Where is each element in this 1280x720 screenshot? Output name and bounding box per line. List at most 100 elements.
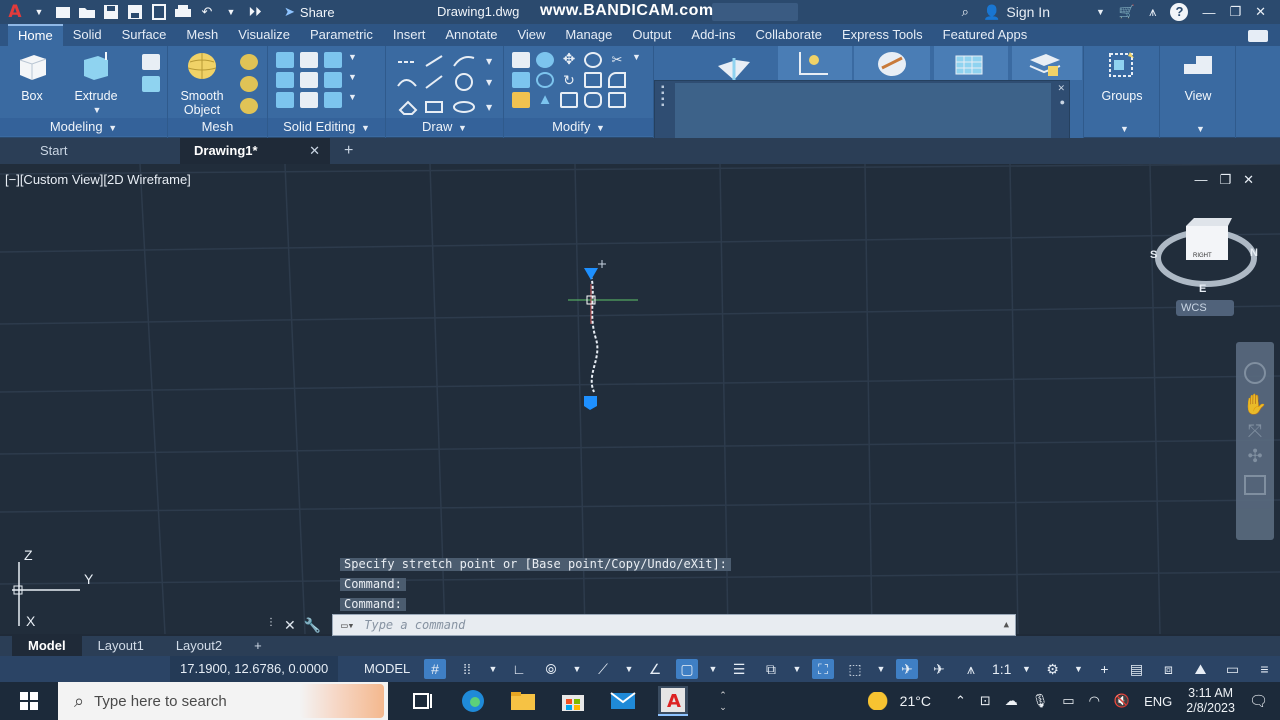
search-icon[interactable]: ⌕ <box>962 4 969 20</box>
flyout-grip-icon[interactable]: ▪ ▪ ▪ ▪ <box>661 83 665 111</box>
object-snap-tracking-icon[interactable]: ∠ <box>644 659 666 679</box>
tab-model[interactable]: Model <box>12 636 82 656</box>
isolate-objects-icon[interactable]: ⛰ <box>1189 659 1211 679</box>
viewport-restore-icon[interactable]: ❐ <box>1219 172 1231 188</box>
battery-icon[interactable]: ▭ <box>1062 693 1074 709</box>
close-window-icon[interactable]: ✕ <box>1255 4 1266 20</box>
stretch-icon[interactable] <box>560 92 578 108</box>
view-dropdown-icon[interactable]: ▼ <box>1196 124 1205 134</box>
workspace-dropdown-icon[interactable]: ▼ <box>1073 659 1083 679</box>
modeling-panel-label[interactable]: Modeling ▼ <box>0 118 167 136</box>
shell-icon[interactable] <box>324 92 342 108</box>
tab-view[interactable]: View <box>507 24 555 46</box>
mirror-icon[interactable] <box>512 52 530 68</box>
undo-icon[interactable]: ↶ <box>198 4 216 20</box>
trim-dropdown-icon[interactable]: ▼ <box>632 52 650 68</box>
mesh-tool-icon[interactable] <box>240 54 258 70</box>
undo-dropdown-icon[interactable]: ▼ <box>222 4 240 20</box>
auto-scale-icon[interactable]: ✈ <box>928 659 950 679</box>
intersect-icon[interactable] <box>276 72 294 88</box>
polyline-icon[interactable] <box>425 55 443 67</box>
viewcube[interactable]: RIGHT S N E <box>1150 218 1258 295</box>
arc-dropdown-icon[interactable]: ▼ <box>486 57 493 66</box>
tab-add-ins[interactable]: Add-ins <box>681 24 745 46</box>
viewport-minimize-icon[interactable]: — <box>1194 172 1207 188</box>
spline-icon[interactable] <box>397 79 417 87</box>
taskbar-clock[interactable]: 3:11 AM 2/8/2023 <box>1186 686 1235 716</box>
selection-cycling-icon[interactable]: ⧉ <box>760 659 782 679</box>
notifications-icon[interactable]: 🗨 <box>1249 692 1268 710</box>
object-snap-icon[interactable]: ▢ <box>676 659 698 679</box>
new-file-icon[interactable] <box>54 4 72 20</box>
copy-icon[interactable] <box>584 52 602 68</box>
separate-dropdown-icon[interactable]: ▼ <box>348 72 366 88</box>
tab-mesh[interactable]: Mesh <box>176 24 228 46</box>
scale-icon[interactable] <box>584 72 602 88</box>
filter-dropdown-icon[interactable]: ▼ <box>876 659 886 679</box>
offset-icon[interactable] <box>584 92 602 108</box>
viewport-controls-label[interactable]: [−][Custom View][2D Wireframe] <box>5 172 191 187</box>
align-icon[interactable] <box>512 72 530 88</box>
presspull-icon[interactable] <box>142 76 160 92</box>
save-icon[interactable] <box>102 4 120 20</box>
polar-tracking-icon[interactable]: ⦾ <box>540 659 562 679</box>
thicken-icon[interactable] <box>300 92 318 108</box>
annotation-scale-icon[interactable]: ⩚ <box>960 659 982 679</box>
tab-start[interactable]: Start <box>0 138 180 164</box>
autocad-logo-icon[interactable]: A <box>6 2 24 22</box>
show-hidden-icons-icon[interactable]: ⌃ <box>955 693 966 709</box>
open-folder-icon[interactable] <box>78 4 96 20</box>
line-tool-icon[interactable] <box>425 75 443 89</box>
command-input[interactable]: ▭▾ Type a command ▲ <box>332 614 1016 636</box>
union-icon[interactable] <box>276 52 294 68</box>
annotation-monitor-icon[interactable]: + <box>1093 659 1115 679</box>
share-button[interactable]: ➤ Share <box>284 4 335 20</box>
windows-start-button[interactable] <box>0 682 58 720</box>
tab-layout2[interactable]: Layout2 <box>160 636 238 656</box>
coordinate-readout[interactable]: 17.1900, 12.6786, 0.0000 <box>170 656 339 682</box>
ortho-icon[interactable]: ∟ <box>508 659 530 679</box>
object-snap-dropdown-icon[interactable]: ▼ <box>708 659 718 679</box>
tab-insert[interactable]: Insert <box>383 24 436 46</box>
plot-icon[interactable] <box>174 4 192 20</box>
clean-screen-icon[interactable]: ▭ <box>1221 659 1243 679</box>
quick-properties-icon[interactable]: ⧈ <box>1157 659 1179 679</box>
tab-home[interactable]: Home <box>8 24 63 46</box>
section-plane-icon[interactable] <box>714 52 754 82</box>
viewcube-face-label[interactable]: RIGHT <box>1193 253 1212 259</box>
fillet-icon[interactable] <box>608 72 626 88</box>
microsoft-store-icon[interactable] <box>558 686 588 716</box>
annotation-visibility-icon[interactable]: ✈ <box>896 659 918 679</box>
volume-muted-icon[interactable]: 🔇 <box>1114 693 1130 709</box>
groups-dropdown-icon[interactable]: ▼ <box>1120 124 1129 134</box>
tab-express-tools[interactable]: Express Tools <box>832 24 933 46</box>
command-line-customize-icon[interactable]: 🔧 <box>304 617 321 634</box>
mesh-tool-icon[interactable] <box>240 98 258 114</box>
explode-icon[interactable] <box>608 92 626 108</box>
tab-layout1[interactable]: Layout1 <box>82 636 160 656</box>
box-button[interactable]: Box <box>2 50 62 103</box>
annotation-scale-value[interactable]: 1:1 <box>992 659 1011 679</box>
command-line-close-icon[interactable]: ✕ <box>284 617 296 634</box>
close-tab-icon[interactable]: ✕ <box>309 138 320 164</box>
model-space-toggle[interactable]: MODEL <box>358 656 416 682</box>
ellipse-dropdown-icon[interactable]: ▼ <box>486 103 493 112</box>
add-layout-button[interactable]: + <box>238 636 278 656</box>
steering-wheel-icon[interactable] <box>1244 362 1266 384</box>
array-icon[interactable]: ▲ <box>536 92 554 108</box>
circle-icon[interactable] <box>455 73 473 91</box>
workspace-gear-icon[interactable]: ⚙ <box>1041 659 1063 679</box>
erase-icon[interactable] <box>512 92 530 108</box>
cart-icon[interactable]: 🛒 <box>1119 4 1135 20</box>
ribbon-minimize-icon[interactable] <box>1248 30 1268 42</box>
solid-editing-panel-label[interactable]: Solid Editing ▼ <box>268 118 385 136</box>
sign-in-button[interactable]: 👤 Sign In ▼ <box>983 4 1105 21</box>
tab-solid[interactable]: Solid <box>63 24 112 46</box>
shell-dropdown-icon[interactable]: ▼ <box>348 92 366 108</box>
extrude-button[interactable]: Extrude ▼ <box>66 50 126 117</box>
command-prompt-icon[interactable]: ▭▾ <box>341 619 354 632</box>
snap-mode-icon[interactable]: ⁞⁞ <box>456 659 478 679</box>
drawing-viewport[interactable]: Z Y X RIGHT S N E [−][Custom View][2D Wi… <box>0 164 1280 634</box>
redo-icon[interactable]: ⏵⏵ <box>246 4 264 20</box>
trim-icon[interactable]: ✂ <box>608 52 626 68</box>
